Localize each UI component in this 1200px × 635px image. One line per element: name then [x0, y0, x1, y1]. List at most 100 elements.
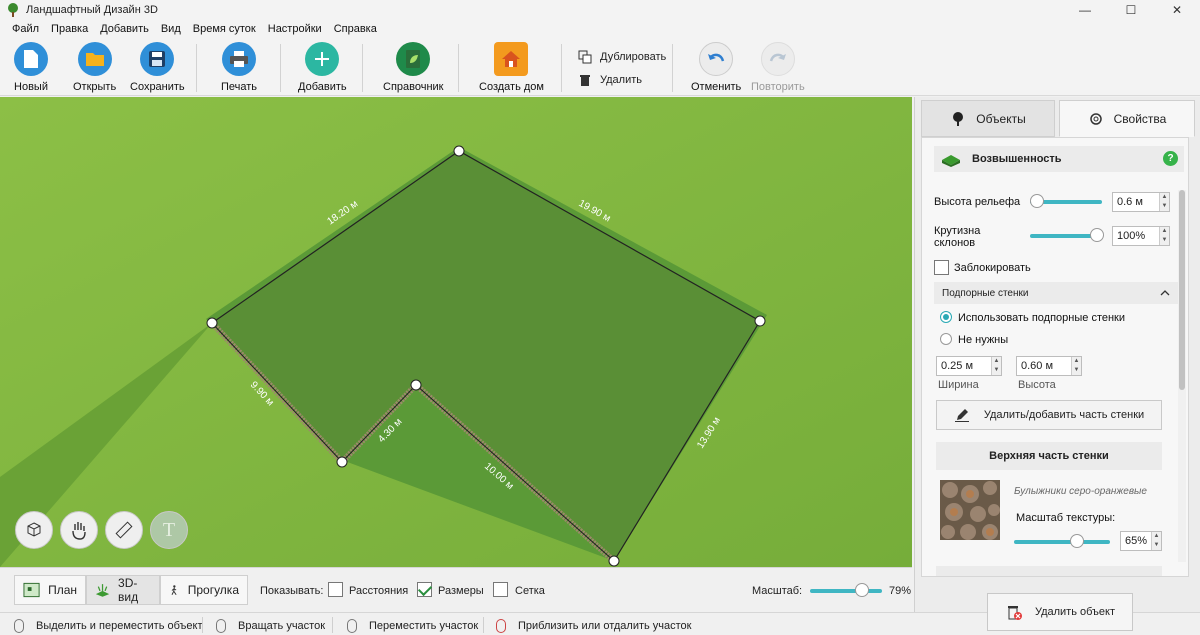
create-house-button[interactable]: Создать дом — [479, 42, 544, 93]
sizes-checkbox[interactable] — [417, 582, 432, 597]
lock-label: Заблокировать — [954, 262, 1031, 274]
status-separator — [332, 617, 333, 633]
measure-tool[interactable] — [105, 511, 143, 549]
next-section-header[interactable] — [936, 566, 1162, 576]
vertex-handle[interactable] — [206, 317, 218, 329]
status-text: Выделить и переместить объект — [36, 620, 203, 632]
view-bar: План 3D-вид Прогулка Показывать: Расстоя… — [0, 567, 912, 611]
text-tool[interactable]: T — [150, 511, 188, 549]
no-walls-radio[interactable] — [940, 333, 952, 345]
relief-height-input[interactable]: 0.6 м ▲ ▼ — [1112, 192, 1170, 212]
texture-scale-slider[interactable] — [1014, 540, 1110, 544]
texture-scale-label: Масштаб текстуры: — [1016, 512, 1116, 524]
walking-person-icon — [171, 585, 177, 596]
duplicate-button[interactable]: Дублировать — [578, 50, 666, 64]
plan-view-button[interactable]: План — [14, 575, 86, 605]
new-button[interactable]: Новый — [14, 42, 48, 93]
object-header: Возвышенность ? — [934, 146, 1184, 172]
maximize-button[interactable]: ☐ — [1108, 0, 1154, 20]
distances-checkbox[interactable] — [328, 582, 343, 597]
folder-icon — [77, 42, 112, 76]
3d-view-button[interactable]: 3D-вид — [86, 575, 160, 605]
relief-height-thumb[interactable] — [1030, 194, 1044, 208]
use-walls-radio[interactable] — [940, 311, 952, 323]
scene-viewport[interactable]: 18.20 м 19.90 м 13.90 м 10.00 м 4.30 м 9… — [0, 97, 912, 567]
reference-button[interactable]: Справочник — [383, 42, 444, 93]
edit-wall-label: Удалить/добавить часть стенки — [983, 409, 1145, 421]
lock-checkbox[interactable] — [934, 260, 949, 275]
top-part-label: Верхняя часть стенки — [989, 450, 1109, 462]
redo-label: Повторить — [751, 81, 805, 93]
status-text: Вращать участок — [238, 620, 326, 632]
vertex-handle[interactable] — [453, 145, 465, 157]
menu-settings[interactable]: Настройки — [262, 23, 328, 35]
menu-edit[interactable]: Правка — [45, 23, 94, 35]
rotate-view-tool[interactable] — [15, 511, 53, 549]
toolbar-separator — [672, 44, 673, 92]
tree-icon — [953, 111, 964, 126]
scale-value: 79% — [889, 585, 912, 597]
texture-scale-thumb[interactable] — [1070, 534, 1084, 548]
spin-arrows-icon[interactable]: ▲ ▼ — [1071, 357, 1081, 375]
sizes-label: Размеры — [438, 585, 484, 597]
vertex-handle[interactable] — [410, 379, 422, 391]
create-house-label: Создать дом — [479, 81, 544, 93]
properties-scrollbar[interactable] — [1178, 190, 1186, 562]
edit-wall-button[interactable]: Удалить/добавить часть стенки — [936, 400, 1162, 430]
wall-width-label: Ширина — [938, 379, 979, 391]
tab-objects[interactable]: Объекты — [921, 100, 1055, 137]
minimize-button[interactable]: — — [1062, 0, 1108, 20]
scale-label: Масштаб: — [752, 585, 803, 597]
redo-button[interactable]: Повторить — [751, 42, 805, 93]
relief-height-label: Высота рельефа — [934, 196, 1021, 208]
grid-label: Сетка — [515, 585, 545, 597]
menu-file[interactable]: Файл — [6, 23, 45, 35]
delete-button[interactable]: Удалить — [578, 73, 642, 87]
printer-icon — [222, 42, 257, 76]
status-hint: Переместить участок — [347, 619, 478, 633]
open-button[interactable]: Открыть — [73, 42, 116, 93]
slope-input[interactable]: 100% ▲ ▼ — [1112, 226, 1170, 246]
toolbar-separator — [196, 44, 197, 92]
retaining-walls-header[interactable]: Подпорные стенки — [934, 282, 1178, 304]
vertex-handle[interactable] — [754, 315, 766, 327]
cobblestone-texture[interactable] — [940, 480, 1000, 540]
save-button[interactable]: Сохранить — [130, 42, 185, 93]
grid-checkbox[interactable] — [493, 582, 508, 597]
hand-icon — [72, 522, 86, 540]
spin-arrows-icon[interactable]: ▲ ▼ — [1159, 193, 1169, 211]
object-name: Возвышенность — [972, 153, 1062, 165]
open-label: Открыть — [73, 81, 117, 93]
menu-add[interactable]: Добавить — [94, 23, 155, 35]
tab-objects-label: Объекты — [976, 111, 1026, 126]
scale-slider[interactable] — [810, 589, 882, 593]
scale-slider-thumb[interactable] — [855, 583, 869, 597]
vertex-handle[interactable] — [336, 456, 348, 468]
menu-help[interactable]: Справка — [328, 23, 383, 35]
pan-tool[interactable] — [60, 511, 98, 549]
title-bar: Ландшафтный Дизайн 3D — ☐ ✕ — [0, 0, 1200, 20]
walk-view-button[interactable]: Прогулка — [160, 575, 248, 605]
wall-width-input[interactable]: 0.25 м ▲ ▼ — [936, 356, 1002, 376]
spin-arrows-icon[interactable]: ▲ ▼ — [1159, 227, 1169, 245]
scene-canvas[interactable]: 18.20 м 19.90 м 13.90 м 10.00 м 4.30 м 9… — [0, 97, 912, 567]
slope-thumb[interactable] — [1090, 228, 1104, 242]
mouse-left-icon — [14, 619, 24, 633]
texture-scale-input[interactable]: 65% ▲ ▼ — [1120, 531, 1162, 551]
spin-arrows-icon[interactable]: ▲ ▼ — [1151, 532, 1161, 550]
print-button[interactable]: Печать — [221, 42, 257, 93]
wall-height-input[interactable]: 0.60 м ▲ ▼ — [1016, 356, 1082, 376]
spin-arrows-icon[interactable]: ▲ ▼ — [991, 357, 1001, 375]
close-button[interactable]: ✕ — [1154, 0, 1200, 20]
texture-name: Булыжники серо-оранжевые — [1014, 486, 1147, 497]
delete-object-button[interactable]: Удалить объект — [987, 593, 1133, 631]
add-button[interactable]: Добавить — [298, 42, 347, 93]
undo-button[interactable]: Отменить — [691, 42, 741, 93]
menu-time-of-day[interactable]: Время суток — [187, 23, 262, 35]
vertex-handle[interactable] — [608, 555, 620, 567]
tab-properties[interactable]: Свойства — [1059, 100, 1195, 137]
top-part-header[interactable]: Верхняя часть стенки — [936, 442, 1162, 470]
scrollbar-thumb[interactable] — [1179, 190, 1185, 390]
menu-view[interactable]: Вид — [155, 23, 187, 35]
help-icon[interactable]: ? — [1163, 151, 1178, 166]
